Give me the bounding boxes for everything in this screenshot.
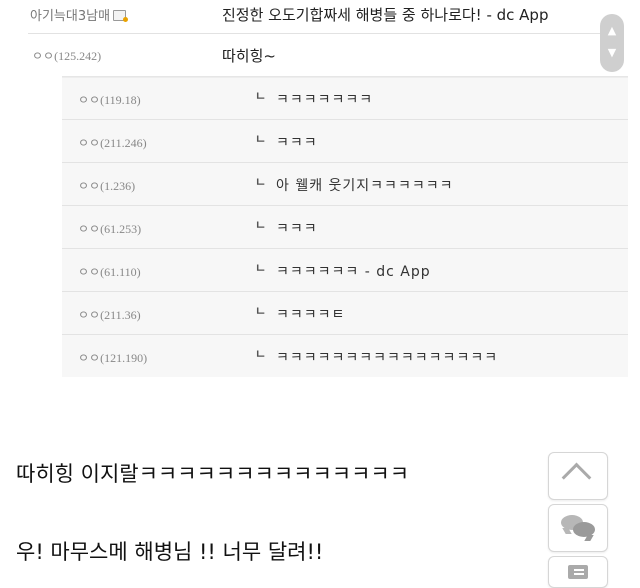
reply-row: ㅇㅇ(61.110) ㄴ ㅋㅋㅋㅋㅋㅋ - dc App <box>62 249 628 292</box>
reply-ip: ㅇㅇ(1.236) <box>78 179 136 193</box>
scroll-up-icon[interactable]: ▲ <box>600 24 624 37</box>
comment-ip: ㅇㅇ(125.242) <box>32 49 102 63</box>
comment-row: ㅇㅇ(125.242) 따히힝~ <box>0 34 605 74</box>
reply-row: ㅇㅇ(121.190) ㄴ ㅋㅋㅋㅋㅋㅋㅋㅋㅋㅋㅋㅋㅋㅋㅋㅋ <box>62 335 628 377</box>
reply-ip: ㅇㅇ(121.190) <box>78 351 148 365</box>
reply-text: ㅋㅋㅋㅋㅋㅋㅋ <box>276 92 374 108</box>
reply-text: ㅋㅋㅋ <box>276 221 318 237</box>
reply-ip: ㅇㅇ(211.36) <box>78 308 141 322</box>
reply-arrow-icon: ㄴ <box>255 261 267 275</box>
reply-text: 아 웰캐 웃기지ㅋㅋㅋㅋㅋㅋ <box>276 178 454 194</box>
reply-arrow-icon: ㄴ <box>255 175 267 189</box>
fixed-nick-icon <box>113 10 129 22</box>
reply-ip: ㅇㅇ(211.246) <box>78 136 147 150</box>
reply-row: ㅇㅇ(119.18) ㄴ ㅋㅋㅋㅋㅋㅋㅋ <box>62 77 628 120</box>
reply-text: ㅋㅋㅋㅋㅋㅋㅋㅋㅋㅋㅋㅋㅋㅋㅋㅋ <box>276 350 499 366</box>
reply-text: ㅋㅋㅋㅋㅋㅋ - dc App <box>276 264 431 280</box>
comment-row: 아기늑대3남매 진정한 오도기합짜세 해병들 중 하나로다! - dc App <box>0 0 605 32</box>
comment-text: 따히힝~ <box>222 47 276 65</box>
scroll-down-icon[interactable]: ▼ <box>600 46 624 59</box>
reply-text: ㅋㅋㅋㅋㅌ <box>276 307 346 323</box>
reply-row: ㅇㅇ(211.246) ㄴ ㅋㅋㅋ <box>62 120 628 163</box>
list-button[interactable] <box>548 556 608 588</box>
reply-list: ㅇㅇ(119.18) ㄴ ㅋㅋㅋㅋㅋㅋㅋ ㅇㅇ(211.246) ㄴ ㅋㅋㅋ ㅇ… <box>62 76 628 377</box>
comment-scroll-control[interactable]: ▲ ▼ <box>600 14 624 72</box>
reply-row: ㅇㅇ(1.236) ㄴ 아 웰캐 웃기지ㅋㅋㅋㅋㅋㅋ <box>62 163 628 206</box>
scroll-top-button[interactable] <box>548 452 608 500</box>
reply-text: ㅋㅋㅋ <box>276 135 318 151</box>
reply-arrow-icon: ㄴ <box>255 218 267 232</box>
comment-icon <box>573 522 595 537</box>
reply-row: ㅇㅇ(211.36) ㄴ ㅋㅋㅋㅋㅌ <box>62 292 628 335</box>
comment-button[interactable] <box>548 504 608 552</box>
reply-row: ㅇㅇ(61.253) ㄴ ㅋㅋㅋ <box>62 206 628 249</box>
post-body-line: 따히힝 이지랄ㅋㅋㅋㅋㅋㅋㅋㅋㅋㅋㅋㅋㅋㅋ <box>16 462 410 486</box>
reply-arrow-icon: ㄴ <box>255 89 267 103</box>
post-body-line: 우! 마무스메 해병님 !! 너무 달려!! <box>16 540 324 564</box>
comment-text: 진정한 오도기합짜세 해병들 중 하나로다! - dc App <box>222 6 549 24</box>
comment-area: 아기늑대3남매 진정한 오도기합짜세 해병들 중 하나로다! - dc App … <box>0 0 640 380</box>
reply-ip: ㅇㅇ(61.110) <box>78 265 141 279</box>
reply-arrow-icon: ㄴ <box>255 304 267 318</box>
reply-arrow-icon: ㄴ <box>255 347 267 361</box>
reply-ip: ㅇㅇ(61.253) <box>78 222 142 236</box>
reply-ip: ㅇㅇ(119.18) <box>78 93 141 107</box>
reply-arrow-icon: ㄴ <box>255 132 267 146</box>
chevron-up-icon <box>561 462 592 493</box>
comment-nickname[interactable]: 아기늑대3남매 <box>30 5 129 24</box>
